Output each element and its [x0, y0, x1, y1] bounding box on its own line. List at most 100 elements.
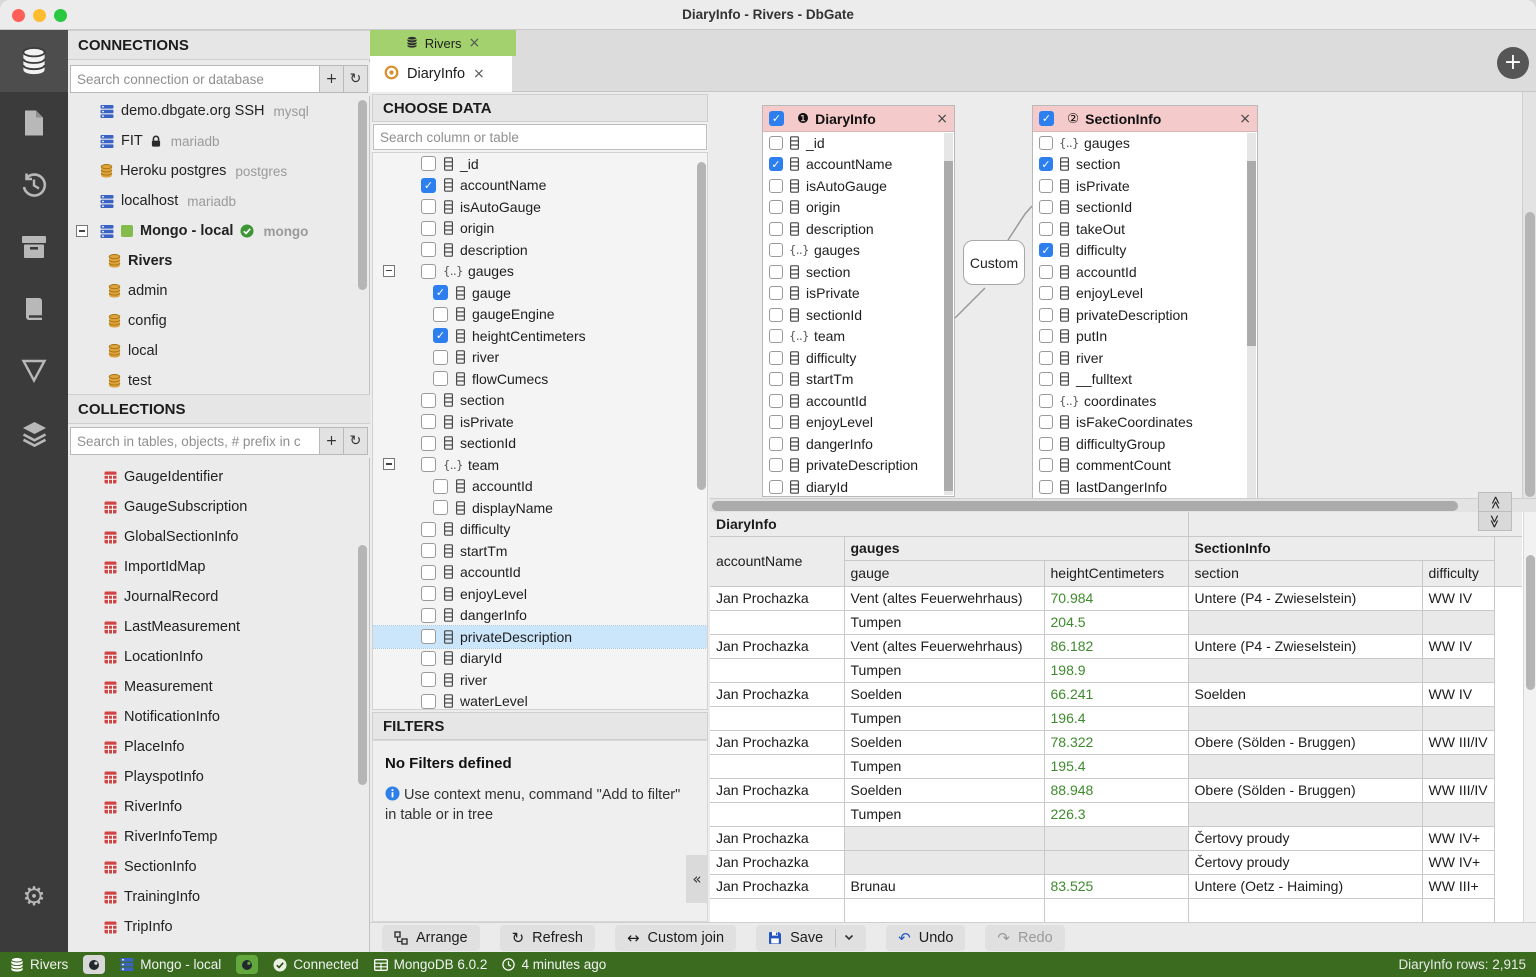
tree-checkbox[interactable]: ✓ [421, 178, 436, 193]
collapse-expander[interactable] [383, 265, 395, 277]
designer-table-header[interactable]: ✓②SectionInfo× [1033, 106, 1257, 132]
field-checkbox[interactable] [769, 480, 783, 494]
designer-field-gauges[interactable]: {..}gauges [763, 240, 954, 262]
grid-cell[interactable]: Untere (P4 - Zwieselstein) [1188, 634, 1422, 658]
grid-cell[interactable] [1188, 610, 1422, 634]
field-checkbox[interactable] [1039, 480, 1053, 494]
designer-field-origin[interactable]: origin [763, 197, 954, 219]
save-dropdown-button[interactable] [835, 929, 854, 947]
expand-designer-button[interactable]: ≪ [1478, 492, 1512, 512]
status-item[interactable] [236, 955, 258, 974]
grid-cell[interactable]: Tumpen [844, 706, 1044, 730]
tree-item-isautogauge[interactable]: isAutoGauge [373, 196, 707, 218]
grid-cell[interactable]: Tumpen [844, 754, 1044, 778]
grid-cell[interactable]: Jan Prochazka [710, 682, 844, 706]
tree-item-waterlevel[interactable]: waterLevel [373, 691, 707, 711]
designer-field-section[interactable]: section [763, 261, 954, 283]
grid-cell[interactable]: Tumpen [844, 658, 1044, 682]
grid-cell[interactable]: Obere (Sölden - Bruggen) [1188, 730, 1422, 754]
tree-item-isprivate[interactable]: isPrivate [373, 411, 707, 433]
tree-checkbox[interactable] [421, 242, 436, 257]
tree-item-river[interactable]: river [373, 669, 707, 691]
designer-field-isprivate[interactable]: isPrivate [1033, 175, 1257, 197]
tree-checkbox[interactable] [421, 694, 436, 709]
tree-item-gaugeengine[interactable]: gaugeEngine [373, 304, 707, 326]
column-header-difficulty[interactable]: difficulty [1422, 560, 1494, 586]
field-checkbox[interactable] [769, 286, 783, 300]
status-item[interactable] [83, 955, 105, 974]
grid-cell[interactable] [710, 802, 844, 826]
grid-cell[interactable]: Soelden [844, 730, 1044, 754]
designer-field-__fulltext[interactable]: __fulltext [1033, 369, 1257, 391]
grid-cell[interactable] [1422, 754, 1494, 778]
grid-cell[interactable] [1044, 850, 1188, 874]
designer-field-coordinates[interactable]: {..}coordinates [1033, 390, 1257, 412]
grid-cell[interactable] [1044, 898, 1188, 922]
grid-cell[interactable]: WW IV+ [1422, 826, 1494, 850]
tree-checkbox[interactable] [421, 672, 436, 687]
designer-field-dangerinfo[interactable]: dangerInfo [763, 433, 954, 455]
field-checkbox[interactable] [769, 179, 783, 193]
designer-field-_id[interactable]: _id [763, 132, 954, 154]
connection-item-config[interactable]: config [68, 306, 370, 336]
tree-checkbox[interactable] [421, 565, 436, 580]
sidebar-icon-gear[interactable]: ⚙ [0, 866, 68, 928]
tree-item-dangerinfo[interactable]: dangerInfo [373, 605, 707, 627]
designer-vertical-scrollbar[interactable] [1522, 92, 1536, 498]
status-item-connected[interactable]: Connected [273, 957, 358, 972]
collection-item-notificationinfo[interactable]: NotificationInfo [68, 702, 370, 732]
grid-cell[interactable]: Untere (Oetz - Haiming) [1188, 874, 1422, 898]
grid-cell[interactable]: 226.3 [1044, 802, 1188, 826]
grid-cell[interactable]: WW III/IV [1422, 730, 1494, 754]
field-checkbox[interactable] [769, 265, 783, 279]
close-icon[interactable]: × [469, 35, 481, 51]
tree-checkbox[interactable] [433, 350, 448, 365]
grid-cell[interactable]: WW III/IV [1422, 778, 1494, 802]
tree-checkbox[interactable] [421, 457, 436, 472]
grid-cell[interactable] [1422, 802, 1494, 826]
designer-field-team[interactable]: {..}team [763, 326, 954, 348]
sidebar-icon-database[interactable] [0, 30, 68, 92]
designer-field-difficulty[interactable]: ✓difficulty [1033, 240, 1257, 262]
grid-cell[interactable] [1422, 898, 1494, 922]
card-scrollbar[interactable] [1247, 133, 1256, 499]
connection-item-mongo-local[interactable]: Mongo - localmongo [68, 216, 370, 246]
tree-checkbox[interactable] [421, 522, 436, 537]
field-checkbox[interactable] [769, 394, 783, 408]
field-checkbox[interactable] [1039, 437, 1053, 451]
grid-cell[interactable] [844, 850, 1044, 874]
column-header-gauge[interactable]: gauge [844, 560, 1044, 586]
collections-search-input[interactable] [70, 427, 320, 455]
grid-cell[interactable]: WW IV [1422, 682, 1494, 706]
tree-item-accountname[interactable]: ✓accountName [373, 175, 707, 197]
minimize-window-button[interactable] [33, 9, 46, 22]
connections-search-input[interactable] [70, 65, 320, 93]
tree-checkbox[interactable] [421, 264, 436, 279]
field-checkbox[interactable]: ✓ [769, 157, 783, 171]
tree-checkbox[interactable] [421, 586, 436, 601]
designer-field-privatedescription[interactable]: privateDescription [763, 455, 954, 477]
grid-cell[interactable]: Jan Prochazka [710, 778, 844, 802]
field-checkbox[interactable] [1039, 372, 1053, 386]
grid-cell[interactable] [1044, 826, 1188, 850]
grid-cell[interactable]: Jan Prochazka [710, 826, 844, 850]
grid-cell[interactable] [1188, 898, 1422, 922]
field-checkbox[interactable] [769, 437, 783, 451]
grid-cell[interactable]: Jan Prochazka [710, 874, 844, 898]
tree-item-team[interactable]: {..}team [373, 454, 707, 476]
field-checkbox[interactable] [1039, 286, 1053, 300]
custom-join-button[interactable]: ↔Custom join [615, 925, 736, 951]
field-checkbox[interactable]: ✓ [1039, 157, 1053, 171]
connection-item-demo-dbgate-org-ssh[interactable]: demo.dbgate.org SSHmysql [68, 96, 370, 126]
grid-cell[interactable]: WW IV+ [1422, 850, 1494, 874]
tree-checkbox[interactable]: ✓ [433, 328, 448, 343]
designer-table-header[interactable]: ✓❶DiaryInfo× [763, 106, 954, 132]
grid-cell[interactable] [1422, 610, 1494, 634]
status-item-rivers[interactable]: Rivers [10, 957, 68, 972]
status-item-mongodb-6-0-2[interactable]: MongoDB 6.0.2 [374, 957, 488, 972]
column-group-sectioninfo[interactable]: SectionInfo [1188, 536, 1494, 560]
connection-item-rivers[interactable]: Rivers [68, 246, 370, 276]
designer-field-lastdangerinfo[interactable]: lastDangerInfo [1033, 476, 1257, 498]
grid-cell[interactable]: Obere (Sölden - Bruggen) [1188, 778, 1422, 802]
grid-cell[interactable]: 195.4 [1044, 754, 1188, 778]
